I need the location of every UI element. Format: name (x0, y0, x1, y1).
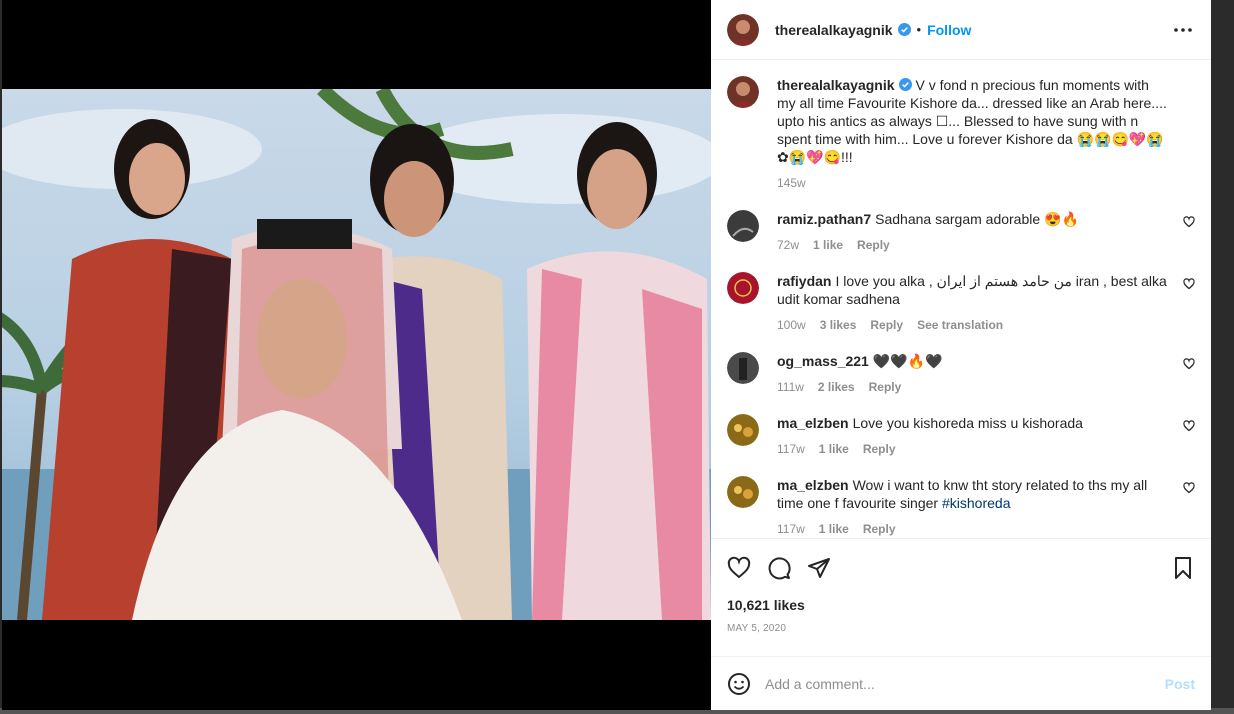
comment-body: ma_elzben Love you kishoreda miss u kisho… (777, 414, 1195, 458)
caption-time: 145w (777, 176, 806, 190)
photo-illustration (2, 89, 711, 620)
comment-time: 100w (777, 318, 806, 332)
post-actions: 10,621 likes MAY 5, 2020 (711, 538, 1211, 656)
reply-button[interactable]: Reply (863, 520, 896, 538)
post-header: therealalkayagnik • Follow (711, 0, 1211, 60)
comment-likes[interactable]: 1 like (819, 520, 849, 538)
comment-username[interactable]: ma_elzben (777, 477, 849, 493)
heart-icon[interactable] (727, 556, 751, 580)
comment-hashtag-link[interactable]: #kishoreda (942, 495, 1011, 511)
caption-body: therealalkayagnik V v fond n precious fun… (777, 76, 1195, 192)
post-media[interactable] (2, 0, 711, 710)
comment-item: ma_elzben Wow i want to knw tht story rel… (727, 476, 1195, 538)
comment-meta: 72w 1 like Reply (777, 236, 1167, 254)
bookmark-icon[interactable] (1171, 556, 1195, 580)
comment-item: ma_elzben Love you kishoreda miss u kisho… (727, 414, 1195, 458)
caption: therealalkayagnik V v fond n precious fun… (727, 76, 1195, 192)
author-avatar[interactable] (727, 13, 759, 46)
comment-text: I love you alka , من حامد هستم از ایران … (777, 273, 1167, 307)
comment-text: Sadhana sargam adorable 😍🔥 (875, 211, 1079, 227)
comment-body: ma_elzben Wow i want to knw tht story rel… (777, 476, 1195, 538)
comment-time: 111w (777, 380, 804, 394)
comment-body: og_mass_221 🖤🖤🔥🖤 111w 2 likes Reply (777, 352, 1195, 396)
comment-meta: 117w 1 like Reply (777, 520, 1167, 538)
comment-time: 117w (777, 522, 805, 536)
comment-meta: 117w 1 like Reply (777, 440, 1167, 458)
comment-username[interactable]: rafiydan (777, 273, 831, 289)
comment-username[interactable]: ramiz.pathan7 (777, 211, 871, 227)
post-date: MAY 5, 2020 (727, 623, 787, 634)
post-button[interactable]: Post (1165, 676, 1195, 692)
author-avatar[interactable] (727, 76, 759, 108)
comment-time: 117w (777, 442, 805, 456)
action-icons (727, 553, 1195, 583)
post-modal: therealalkayagnik • Follow therealalkaya… (2, 0, 1211, 710)
comments-list[interactable]: therealalkayagnik V v fond n precious fun… (711, 60, 1211, 538)
commenter-avatar[interactable] (727, 414, 759, 446)
header-separator: • (916, 22, 922, 37)
caption-username[interactable]: therealalkayagnik (777, 77, 895, 93)
comment-likes[interactable]: 3 likes (820, 316, 857, 334)
verified-icon (898, 78, 912, 91)
comment-meta: 100w 3 likes Reply See translation (777, 316, 1167, 334)
comment-likes[interactable]: 2 likes (818, 378, 855, 396)
comment-icon[interactable] (767, 556, 791, 580)
comment-heart-icon[interactable] (1183, 216, 1195, 228)
emoji-icon[interactable] (727, 672, 751, 696)
comment-likes[interactable]: 1 like (819, 440, 849, 458)
comment-composer: Post (711, 656, 1211, 710)
comment-heart-icon[interactable] (1183, 420, 1195, 432)
author-username[interactable]: therealalkayagnik (775, 22, 893, 38)
commenter-avatar[interactable] (727, 352, 759, 384)
commenter-avatar[interactable] (727, 210, 759, 242)
reply-button[interactable]: Reply (857, 236, 890, 254)
comment-heart-icon[interactable] (1183, 278, 1195, 290)
comment-heart-icon[interactable] (1183, 482, 1195, 494)
comment-body: ramiz.pathan7 Sadhana sargam adorable 😍🔥 … (777, 210, 1195, 254)
comment-item: ramiz.pathan7 Sadhana sargam adorable 😍🔥 … (727, 210, 1195, 254)
comment-meta: 111w 2 likes Reply (777, 378, 1167, 396)
comment-text: 🖤🖤🔥🖤 (872, 353, 943, 369)
likes-count[interactable]: 10,621 likes (727, 597, 1195, 613)
commenter-avatar[interactable] (727, 476, 759, 508)
reply-button[interactable]: Reply (863, 440, 896, 458)
comment-input[interactable] (765, 675, 1165, 692)
comment-likes[interactable]: 1 like (813, 236, 843, 254)
post-photo (2, 89, 711, 620)
comment-time: 72w (777, 238, 800, 252)
verified-icon (897, 23, 911, 36)
comment-username[interactable]: ma_elzben (777, 415, 849, 431)
comment-heart-icon[interactable] (1183, 358, 1195, 370)
comment-item: og_mass_221 🖤🖤🔥🖤 111w 2 likes Reply (727, 352, 1195, 396)
comment-username[interactable]: og_mass_221 (777, 353, 869, 369)
commenter-avatar[interactable] (727, 272, 759, 304)
follow-button[interactable]: Follow (927, 22, 971, 38)
comment-text: Love you kishoreda miss u kishorada (852, 415, 1083, 431)
reply-button[interactable]: Reply (869, 378, 902, 396)
comment-item: rafiydan I love you alka , من حامد هستم ا… (727, 272, 1195, 334)
comment-body: rafiydan I love you alka , من حامد هستم ا… (777, 272, 1195, 334)
post-panel: therealalkayagnik • Follow therealalkaya… (711, 0, 1211, 710)
caption-meta: 145w (777, 174, 1167, 192)
more-icon[interactable] (1171, 18, 1195, 42)
see-translation-button[interactable]: See translation (917, 316, 1003, 334)
share-icon[interactable] (807, 556, 831, 580)
reply-button[interactable]: Reply (870, 316, 903, 334)
